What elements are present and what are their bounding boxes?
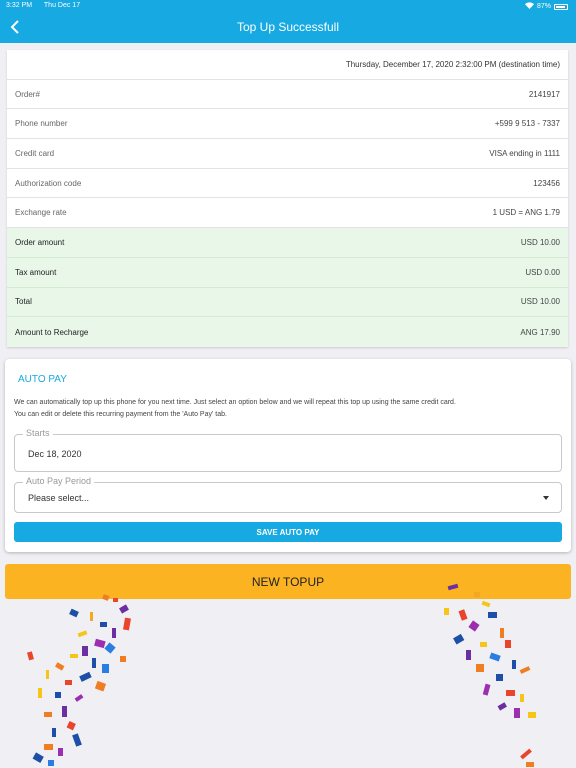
row-value: USD 0.00 <box>525 267 560 277</box>
auto-pay-title: AUTO PAY <box>18 374 67 385</box>
summary-row-authorization: Authorization code 123456 <box>7 169 568 199</box>
row-value: +599 9 513 - 7337 <box>494 119 560 129</box>
row-value: VISA ending in 1111 <box>489 148 560 158</box>
starts-label: Starts <box>23 428 53 438</box>
auto-pay-card: AUTO PAY We can automatically top up thi… <box>5 359 571 552</box>
status-time: 3:32 PM <box>6 2 33 9</box>
confetti-left <box>27 594 131 766</box>
wifi-icon <box>524 2 534 11</box>
row-value: USD 10.00 <box>520 237 560 247</box>
auto-pay-description-line1: We can automatically top up this phone f… <box>14 399 456 406</box>
save-auto-pay-button[interactable]: SAVE AUTO PAY <box>14 522 562 542</box>
row-value: 1 USD = ANG 1.79 <box>492 208 560 218</box>
dropdown-arrow-icon <box>543 496 549 500</box>
summary-row-credit-card: Credit card VISA ending in 1111 <box>7 139 568 169</box>
summary-row-exchange-rate: Exchange rate 1 USD = ANG 1.79 <box>7 198 568 229</box>
period-label: Auto Pay Period <box>23 476 95 486</box>
order-summary-card: Thursday, December 17, 2020 2:32:00 PM (… <box>7 50 568 347</box>
row-value: 2141917 <box>528 89 560 99</box>
summary-row-tax: Tax amount USD 0.00 <box>7 257 568 288</box>
row-label: Phone number <box>15 119 68 129</box>
order-datetime-row: Thursday, December 17, 2020 2:32:00 PM (… <box>7 50 568 80</box>
status-date: Thu Dec 17 <box>43 2 81 9</box>
row-label: Total <box>15 297 32 307</box>
row-value: 123456 <box>533 178 560 188</box>
status-bar-right: 87% <box>524 2 568 11</box>
order-datetime: Thursday, December 17, 2020 2:32:00 PM (… <box>345 59 560 69</box>
summary-row-order-amount: Order amount USD 10.00 <box>7 228 568 258</box>
battery-icon <box>554 3 568 10</box>
summary-row-order: Order# 2141917 <box>7 80 568 110</box>
confetti-right <box>444 583 536 767</box>
row-label: Exchange rate <box>15 208 67 218</box>
period-value: Please select... <box>28 493 90 503</box>
app-header: 3:32 PM Thu Dec 17 87% Top Up Successful… <box>0 0 576 43</box>
summary-row-phone: Phone number +599 9 513 - 7337 <box>7 109 568 140</box>
page-title: Top Up Successfull <box>236 20 340 34</box>
auto-pay-description: We can automatically top up this phone f… <box>14 397 564 421</box>
battery-percent: 87% <box>536 3 551 10</box>
auto-pay-description-line2: You can edit or delete this recurring pa… <box>14 411 227 418</box>
row-label: Order# <box>15 89 40 99</box>
summary-row-total: Total USD 10.00 <box>7 287 568 318</box>
status-bar-left: 3:32 PM Thu Dec 17 <box>6 2 90 9</box>
auto-pay-period-select[interactable]: Auto Pay Period Please select... <box>14 476 562 513</box>
row-label: Credit card <box>15 148 55 158</box>
row-label: Order amount <box>15 237 65 247</box>
starts-date-field[interactable]: Starts Dec 18, 2020 <box>14 428 562 472</box>
row-value: ANG 17.90 <box>520 327 560 337</box>
row-value: USD 10.00 <box>520 297 560 307</box>
new-topup-button[interactable]: NEW TOPUP <box>5 564 571 599</box>
summary-row-amount-to-recharge: Amount to Recharge ANG 17.90 <box>7 317 568 347</box>
row-label: Amount to Recharge <box>15 327 89 337</box>
starts-value: Dec 18, 2020 <box>28 449 82 459</box>
row-label: Tax amount <box>15 267 57 277</box>
row-label: Authorization code <box>15 178 82 188</box>
